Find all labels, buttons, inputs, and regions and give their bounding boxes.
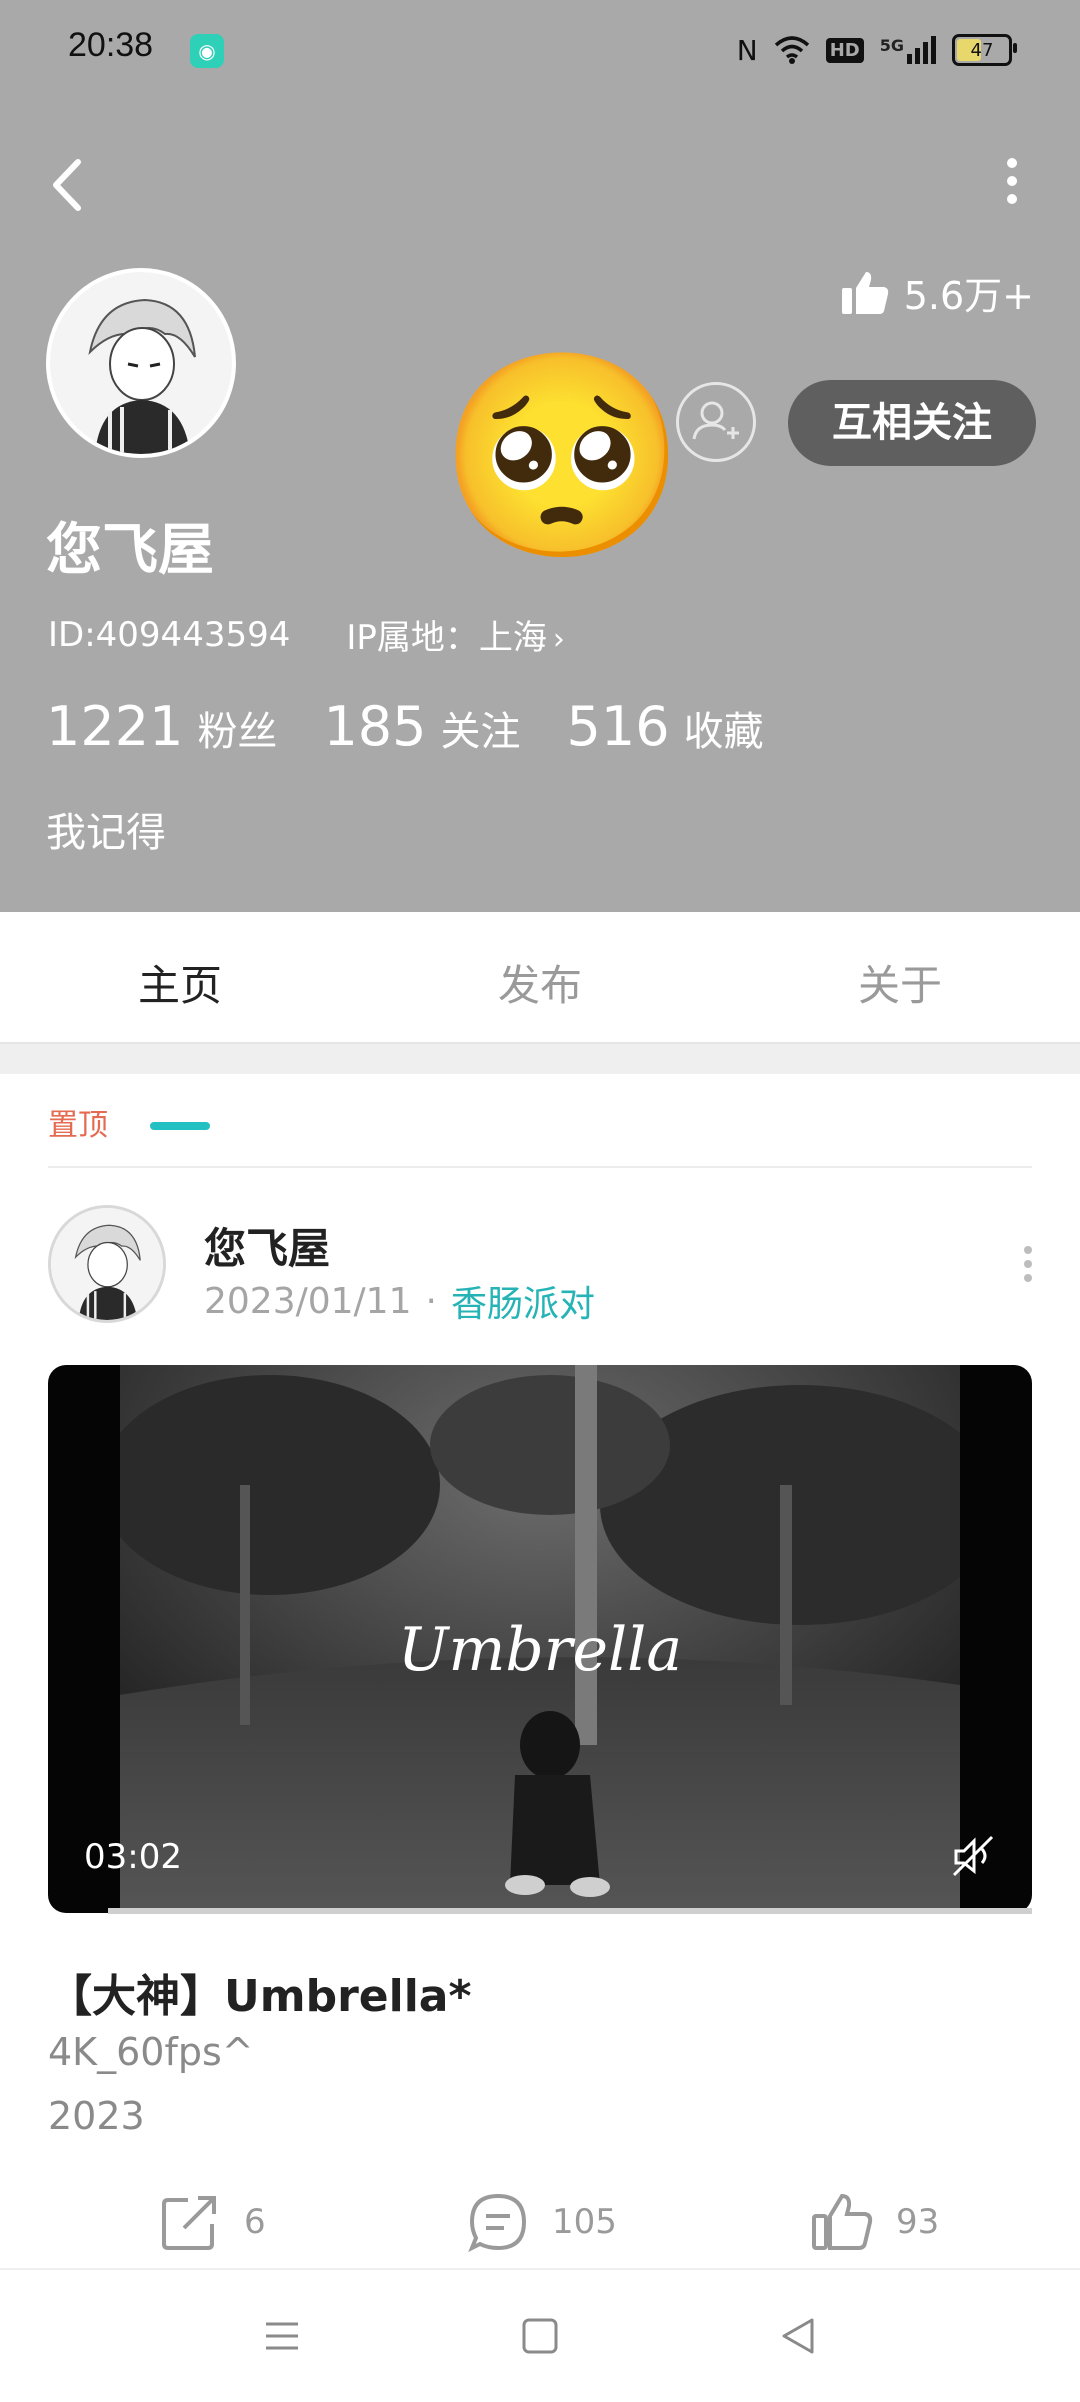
post-meta: 2023/01/11 · 香肠派对 bbox=[204, 1275, 595, 1327]
id-row: ID:409443594 IP属地：上海 › bbox=[48, 610, 565, 659]
battery-level: 47 bbox=[970, 39, 994, 61]
home-button[interactable] bbox=[518, 2314, 562, 2358]
stat-favorites[interactable]: 516 收藏 bbox=[567, 695, 764, 758]
status-icons: N HD 5G 47 bbox=[736, 28, 1017, 72]
video-progress-bar[interactable] bbox=[108, 1908, 1032, 1914]
pleading-face-emoji: 🥺 bbox=[438, 340, 688, 573]
stat-followers[interactable]: 1221 粉丝 bbox=[46, 695, 277, 758]
profile-tabs: 主页 发布 关于 bbox=[0, 912, 1080, 1044]
stat-following[interactable]: 185 关注 bbox=[323, 695, 520, 758]
network-label: 5G bbox=[879, 36, 904, 55]
post-title[interactable]: 【大神】Umbrella* bbox=[48, 1960, 471, 2024]
share-count: 6 bbox=[244, 2202, 266, 2242]
menu-button[interactable] bbox=[260, 2314, 304, 2358]
back-nav-button[interactable] bbox=[776, 2314, 820, 2358]
section-divider bbox=[0, 1044, 1080, 1074]
mute-icon[interactable] bbox=[950, 1833, 996, 1879]
hd-icon: HD bbox=[825, 37, 864, 63]
pinned-label: 置顶 bbox=[48, 1108, 108, 1143]
add-user-icon bbox=[692, 401, 739, 440]
video-duration: 03:02 bbox=[84, 1837, 182, 1877]
system-navigation-bar bbox=[0, 2268, 1080, 2402]
wifi-icon bbox=[774, 36, 809, 64]
battery-icon: 47 bbox=[952, 34, 1017, 66]
stat-value: 1221 bbox=[46, 695, 184, 758]
share-button[interactable]: 6 bbox=[158, 2190, 266, 2254]
app-notification-icon: ◉ bbox=[190, 34, 224, 68]
comment-button[interactable]: 105 bbox=[466, 2190, 617, 2254]
post-date: 2023/01/11 bbox=[204, 1280, 412, 1322]
likes-total: 5.6万+ bbox=[840, 265, 1034, 320]
like-button[interactable]: 93 bbox=[810, 2190, 939, 2254]
profile-bio: 我记得 bbox=[46, 810, 166, 856]
stat-value: 516 bbox=[566, 695, 670, 758]
thumbs-up-icon bbox=[812, 2193, 873, 2250]
signal-5g-icon: 5G bbox=[880, 36, 936, 64]
avatar-image bbox=[50, 272, 232, 454]
post-author-avatar[interactable] bbox=[48, 1205, 166, 1323]
post-actions: 6 105 93 bbox=[0, 2190, 1080, 2260]
back-triangle-icon bbox=[782, 2318, 814, 2354]
post-more-button[interactable] bbox=[1018, 1240, 1038, 1296]
nfc-icon: N bbox=[736, 33, 758, 67]
stat-label: 关注 bbox=[440, 709, 521, 755]
chevron-right-icon: › bbox=[552, 622, 565, 657]
share-icon bbox=[162, 2196, 216, 2250]
add-friend-button[interactable] bbox=[676, 382, 756, 462]
mutual-follow-button[interactable]: 互相关注 bbox=[788, 380, 1036, 466]
status-time: 20:38 bbox=[68, 26, 154, 64]
chevron-left-icon bbox=[53, 159, 81, 211]
status-bar: 20:38 ◉ N HD 5G 47 bbox=[0, 0, 1080, 100]
back-button[interactable] bbox=[40, 150, 100, 220]
video-overlay-title: Umbrella bbox=[397, 1615, 683, 1685]
likes-total-value: 5.6万+ bbox=[903, 274, 1034, 318]
divider bbox=[48, 1166, 1032, 1168]
tab-about[interactable]: 关于 bbox=[858, 952, 942, 1013]
tab-posts[interactable]: 发布 bbox=[498, 952, 582, 1013]
tab-active-indicator bbox=[150, 1122, 210, 1130]
stat-label: 收藏 bbox=[683, 709, 764, 755]
ip-location: IP属地：上海 bbox=[346, 618, 547, 658]
post-topic-link[interactable]: 香肠派对 bbox=[451, 1275, 595, 1327]
tab-home[interactable]: 主页 bbox=[138, 952, 222, 1013]
profile-avatar[interactable] bbox=[46, 268, 236, 458]
profile-header: 20:38 ◉ N HD 5G 47 5.6万+ 🥺 互相关注 您飞屋 ID:4… bbox=[0, 0, 1080, 912]
more-options-button[interactable] bbox=[992, 150, 1032, 220]
menu-icon bbox=[266, 2322, 298, 2350]
like-count: 93 bbox=[896, 2202, 940, 2242]
post-author-name[interactable]: 您飞屋 bbox=[204, 1215, 330, 1276]
stat-label: 粉丝 bbox=[197, 709, 278, 755]
home-square-icon bbox=[522, 2318, 558, 2354]
video-player[interactable]: Umbrella 03:02 bbox=[48, 1365, 1032, 1913]
post-text-line: 4K_60fps^ bbox=[48, 2030, 254, 2074]
comment-count: 105 bbox=[552, 2202, 617, 2242]
meta-separator: · bbox=[425, 1280, 437, 1322]
profile-stats: 1221 粉丝 185 关注 516 收藏 bbox=[46, 695, 764, 758]
user-id: ID:409443594 bbox=[48, 614, 291, 655]
post-text-line: 2023 bbox=[48, 2094, 145, 2138]
stat-value: 185 bbox=[323, 695, 427, 758]
comment-icon bbox=[468, 2193, 527, 2253]
ip-location-link[interactable]: IP属地：上海 › bbox=[346, 610, 565, 659]
avatar-image bbox=[51, 1208, 163, 1320]
profile-name: 您飞屋 bbox=[46, 518, 214, 583]
thumbs-up-icon bbox=[841, 271, 888, 314]
